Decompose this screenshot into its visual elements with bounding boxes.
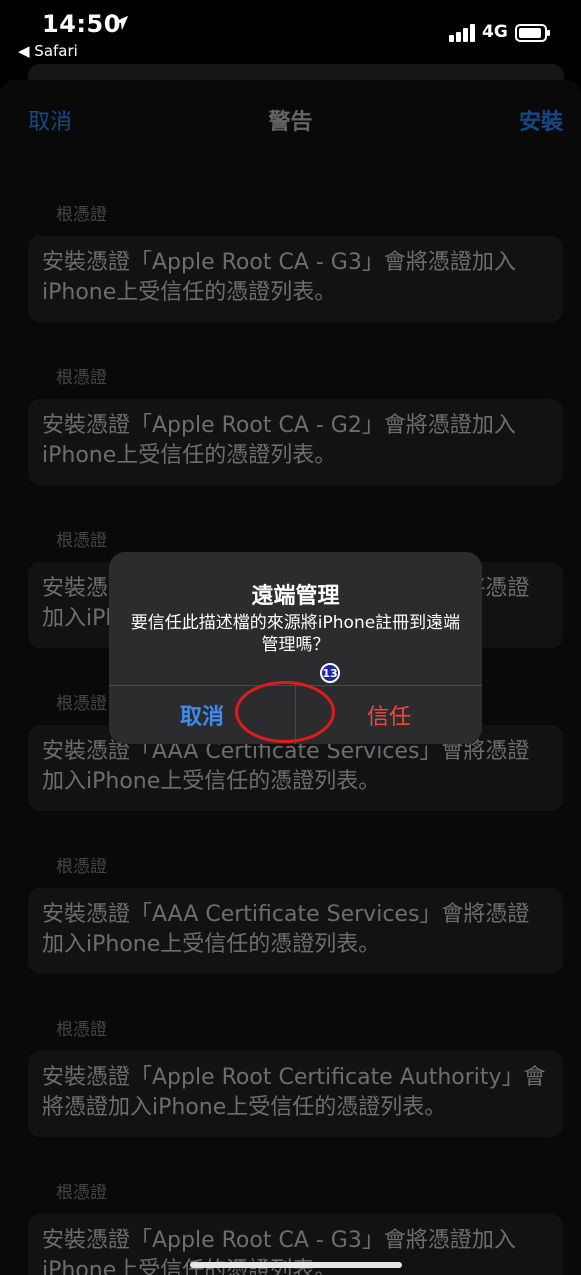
status-time: 14:50 [42, 10, 121, 38]
network-type: 4G [482, 22, 508, 42]
alert-title: 遠端管理 [251, 584, 340, 609]
home-indicator[interactable] [190, 1262, 402, 1268]
step-marker-badge: 13 [320, 663, 340, 683]
trust-highlight-circle [235, 681, 335, 743]
location-arrow-icon [113, 15, 129, 31]
alert-message: 要信任此描述檔的來源將iPhone註冊到遠端管理嗎？ [130, 613, 461, 655]
back-to-safari-link[interactable]: ◀ Safari [18, 42, 78, 60]
battery-icon [515, 24, 550, 42]
status-bar: 14:50 ◀ Safari 4G [0, 0, 581, 64]
signal-bars-icon [449, 24, 475, 42]
